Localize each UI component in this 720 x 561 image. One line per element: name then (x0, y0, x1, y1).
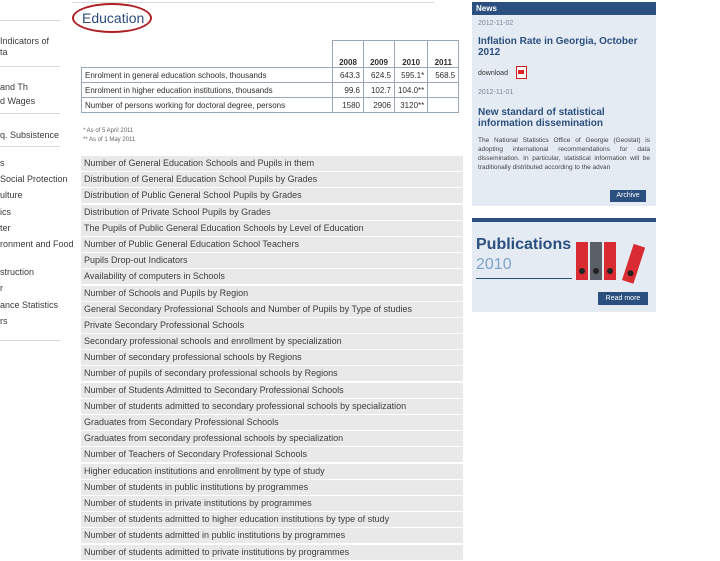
list-item-link[interactable]: Number of students in public institution… (81, 479, 463, 495)
sidebar-item[interactable]: struction (0, 267, 34, 278)
sidebar-item[interactable]: s (0, 158, 5, 169)
table-header-year: 2011 (427, 40, 460, 68)
page-title: Education (82, 10, 145, 26)
left-sidebar: Indicators of ta and Th d Wages q. Subsi… (0, 0, 80, 540)
table-row: Enrolment in general education schools, … (81, 67, 460, 83)
table-cell: 568.5 (427, 67, 460, 83)
table-header-year: 2010 (393, 40, 429, 68)
table-footnote: ** As of 1 May 2011 (83, 137, 136, 143)
sidebar-item[interactable]: ronment and Food (0, 239, 74, 250)
table-cell: 595.1* (393, 67, 429, 83)
read-more-button[interactable]: Read more (598, 292, 648, 305)
education-stats-table: 2008 2009 2010 2011 Enrolment in general… (81, 40, 460, 113)
pdf-icon[interactable] (516, 66, 527, 79)
list-item-link[interactable]: Number of students in private institutio… (81, 495, 463, 511)
news-header: News (472, 2, 656, 15)
table-row: Enrolment in higher education institutio… (81, 82, 460, 98)
list-item-link[interactable]: Private Secondary Professional Schools (81, 317, 463, 333)
sidebar-item[interactable]: ulture (0, 190, 23, 201)
list-item-link[interactable]: Higher education institutions and enroll… (81, 463, 463, 479)
table-cell: 99.6 (332, 82, 364, 98)
sidebar-divider (0, 340, 60, 341)
education-links-list: Number of General Education Schools and … (81, 156, 463, 561)
news-body: The National Statistics Office of Georgi… (478, 137, 650, 171)
table-header-year: 2008 (332, 40, 364, 68)
sidebar-item[interactable]: rs (0, 316, 8, 327)
list-item-link[interactable]: Number of Schools and Pupils by Region (81, 285, 463, 301)
table-footnote: * As of 5 April 2011 (83, 128, 134, 134)
list-item-link[interactable]: Graduates from Secondary Professional Sc… (81, 415, 463, 430)
table-header-row: 2008 2009 2010 2011 (81, 40, 460, 68)
publications-year: 2010 (476, 256, 512, 273)
publications-top-bar (472, 218, 656, 222)
sidebar-item[interactable]: Indicators of (0, 36, 49, 47)
table-cell: 104.0** (393, 82, 429, 98)
list-item-link[interactable]: Secondary professional schools and enrol… (81, 334, 463, 350)
publications-panel[interactable]: Publications 2010 Read more (472, 218, 656, 312)
sidebar-item[interactable]: ter (0, 223, 11, 234)
list-item-link[interactable]: General Secondary Professional Schools a… (81, 301, 463, 317)
list-item-link[interactable]: Number of students admitted in public in… (81, 528, 463, 544)
list-item-link[interactable]: Number of pupils of secondary profession… (81, 366, 463, 382)
page-title-area: Education (72, 3, 152, 33)
sidebar-divider (0, 66, 60, 67)
binder-icon (590, 242, 602, 280)
binder-icon (604, 242, 616, 280)
table-cell (427, 82, 460, 98)
list-item-link[interactable]: Number of students admitted to higher ed… (81, 512, 463, 528)
sidebar-divider (0, 113, 60, 114)
table-header-blank (81, 40, 333, 68)
sidebar-item[interactable]: ance Statistics (0, 300, 58, 311)
list-item-link[interactable]: Number of students admitted to secondary… (81, 398, 463, 414)
list-item-link[interactable]: Graduates from secondary professional sc… (81, 431, 463, 447)
table-cell: 1580 (332, 97, 364, 113)
news-title-link[interactable]: Inflation Rate in Georgia, October 2012 (478, 36, 650, 58)
list-item-link[interactable]: Number of General Education Schools and … (81, 156, 463, 171)
news-date: 2012-11-01 (478, 89, 514, 96)
table-row-label: Enrolment in higher education institutio… (81, 82, 333, 98)
table-cell: 2906 (363, 97, 395, 113)
sidebar-item[interactable]: and Th (0, 82, 28, 93)
sidebar-item[interactable]: ta (0, 47, 8, 58)
table-cell: 102.7 (363, 82, 395, 98)
sidebar-item[interactable]: Social Protection (0, 174, 68, 185)
sidebar-item[interactable]: q. Subsistence (0, 130, 59, 141)
list-item-link[interactable]: Number of Public General Education Schoo… (81, 236, 463, 252)
list-item-link[interactable]: Number of Students Admitted to Secondary… (81, 382, 463, 398)
list-item-link[interactable]: Number of Teachers of Secondary Professi… (81, 447, 463, 463)
list-item-link[interactable]: Distribution of Public General School Pu… (81, 188, 463, 204)
table-row-label: Enrolment in general education schools, … (81, 67, 333, 83)
sidebar-item[interactable]: r (0, 283, 3, 294)
list-item-link[interactable]: The Pupils of Public General Education S… (81, 220, 463, 236)
list-item-link[interactable]: Number of students admitted to private i… (81, 544, 463, 560)
table-header-year: 2009 (363, 40, 395, 68)
list-item-link[interactable]: Distribution of Private School Pupils by… (81, 204, 463, 220)
publications-underline (476, 278, 572, 279)
news-title-link[interactable]: New standard of statistical information … (478, 107, 650, 129)
publications-title: Publications (476, 236, 572, 253)
sidebar-item[interactable]: d Wages (0, 96, 35, 107)
list-item-link[interactable]: Distribution of General Education School… (81, 172, 463, 188)
list-item-link[interactable]: Availability of computers in Schools (81, 269, 463, 285)
sidebar-divider (0, 146, 60, 147)
binder-icon (576, 242, 588, 280)
news-date: 2012-11-02 (478, 20, 514, 27)
sidebar-divider (0, 20, 60, 21)
table-cell: 3120** (393, 97, 429, 113)
list-item-link[interactable]: Number of secondary professional schools… (81, 350, 463, 366)
table-cell: 643.3 (332, 67, 364, 83)
table-row-label: Number of persons working for doctoral d… (81, 97, 333, 113)
sidebar-item[interactable]: ics (0, 207, 11, 218)
archive-button[interactable]: Archive (610, 190, 646, 202)
table-cell: 624.5 (363, 67, 395, 83)
table-row: Number of persons working for doctoral d… (81, 97, 460, 113)
table-cell (427, 97, 460, 113)
news-panel: News 2012-11-02 Inflation Rate in Georgi… (472, 2, 656, 206)
binder-icon (622, 243, 646, 284)
download-link[interactable]: download (478, 70, 508, 77)
list-item-link[interactable]: Pupils Drop-out Indicators (81, 253, 463, 269)
